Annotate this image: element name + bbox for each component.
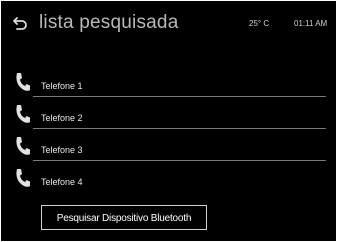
screen: lista pesquisada 25° C 01:11 AM Telefone… [1, 1, 336, 241]
device-label: Telefone 3 [41, 145, 83, 155]
device-item-2[interactable]: Telefone 2 [1, 97, 336, 129]
device-list: Telefone 1 Telefone 2 Telefone 3 Telefon… [1, 65, 336, 193]
back-arrow-icon [13, 17, 27, 30]
device-label: Telefone 4 [41, 177, 83, 187]
phone-handset-icon [16, 169, 30, 187]
clock: 01:11 AM [294, 19, 328, 28]
phone-handset-icon [16, 105, 30, 123]
phone-handset-icon [16, 137, 30, 155]
header-bar: lista pesquisada 25° C 01:11 AM [1, 1, 336, 45]
phone-handset-icon [16, 73, 30, 91]
device-item-4[interactable]: Telefone 4 [1, 161, 336, 193]
device-label: Telefone 2 [41, 113, 83, 123]
temperature-readout: 25° C [249, 19, 270, 28]
device-label: Telefone 1 [41, 81, 83, 91]
page-title: lista pesquisada [39, 12, 179, 33]
device-item-1[interactable]: Telefone 1 [1, 65, 336, 97]
device-item-3[interactable]: Telefone 3 [1, 129, 336, 161]
back-button[interactable] [9, 12, 31, 34]
search-bluetooth-button[interactable]: Pesquisar Dispositivo Bluetooth [41, 205, 207, 230]
